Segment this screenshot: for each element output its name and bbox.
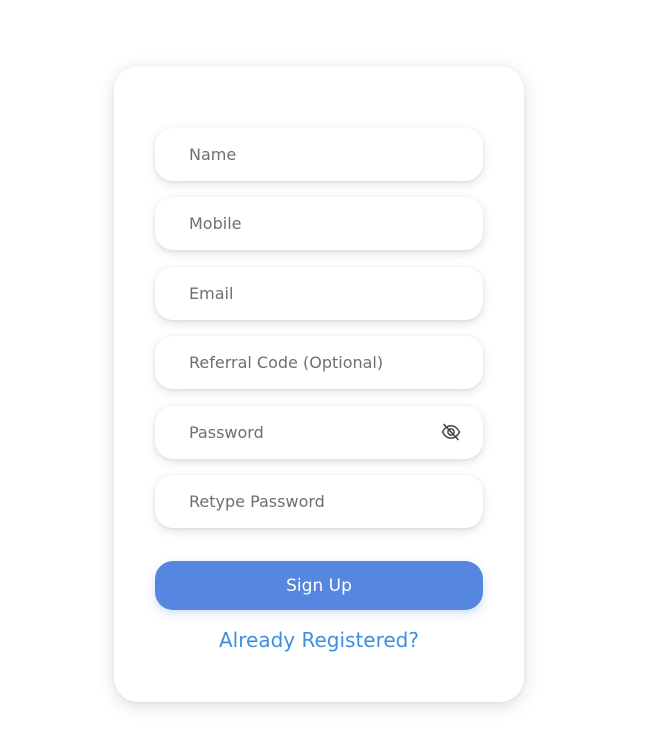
name-input[interactable] <box>155 128 483 181</box>
email-input[interactable] <box>155 267 483 320</box>
name-field-container <box>155 128 483 181</box>
mobile-field-container <box>155 197 483 250</box>
password-field-container <box>155 406 483 459</box>
password-input[interactable] <box>155 406 483 459</box>
eye-slash-icon[interactable] <box>441 422 461 442</box>
referral-field-container <box>155 336 483 389</box>
sign-up-button[interactable]: Sign Up <box>155 561 483 610</box>
retype-password-input[interactable] <box>155 475 483 528</box>
mobile-input[interactable] <box>155 197 483 250</box>
signup-card: Sign Up Already Registered? <box>114 66 524 702</box>
referral-code-input[interactable] <box>155 336 483 389</box>
email-field-container <box>155 267 483 320</box>
already-registered-link[interactable]: Already Registered? <box>114 628 524 652</box>
retype-password-field-container <box>155 475 483 528</box>
